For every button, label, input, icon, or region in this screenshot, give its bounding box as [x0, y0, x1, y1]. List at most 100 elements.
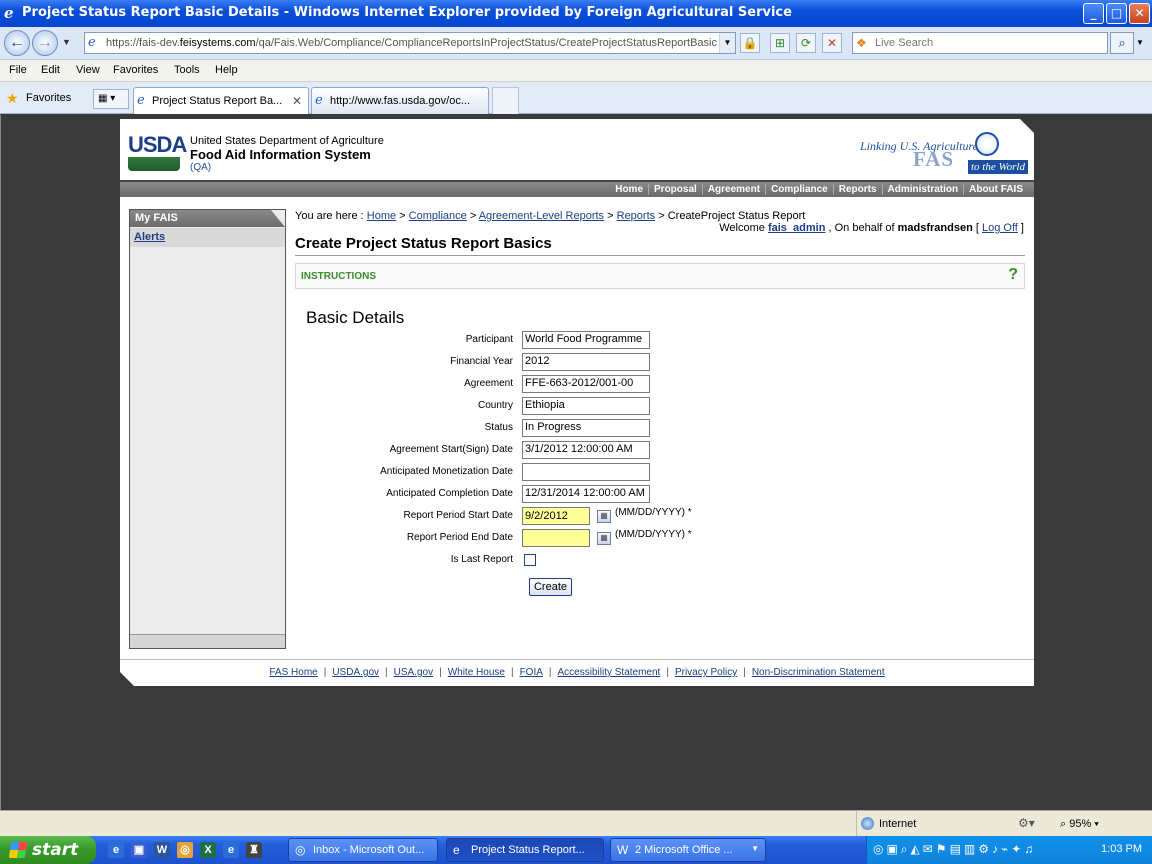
nav-compliance[interactable]: Compliance	[765, 184, 833, 195]
menu-help[interactable]: Help	[215, 64, 238, 76]
forward-button[interactable]: →	[32, 30, 58, 56]
report-start-input[interactable]	[522, 507, 590, 525]
menu-favorites[interactable]: Favorites	[113, 64, 158, 76]
date-format-hint: (MM/DD/YYYY) *	[615, 529, 692, 540]
quicklaunch-word-icon[interactable]: W	[154, 842, 170, 858]
zoom-level[interactable]: ⌕ 95% ▾	[1060, 818, 1099, 831]
tab-fas-usda[interactable]: e http://www.fas.usda.gov/oc...	[311, 87, 489, 114]
nav-proposal[interactable]: Proposal	[648, 184, 702, 195]
agreement-label: Agreement	[464, 378, 513, 389]
date-format-hint: (MM/DD/YYYY) *	[615, 507, 692, 518]
help-icon[interactable]: ?	[1008, 266, 1018, 284]
footer-white-house[interactable]: White House	[448, 667, 505, 678]
report-end-input[interactable]	[522, 529, 590, 547]
instructions-panel[interactable]: INSTRUCTIONS ?	[295, 263, 1025, 289]
menu-tools[interactable]: Tools	[174, 64, 200, 76]
quicklaunch-ie-icon[interactable]: e	[108, 842, 124, 858]
last-report-checkbox[interactable]	[524, 554, 536, 566]
quicklaunch-app-icon[interactable]: ♜	[246, 842, 262, 858]
security-zone[interactable]: Internet	[856, 811, 1016, 837]
window-title: Project Status Report Basic Details - Wi…	[22, 5, 792, 20]
task-outlook[interactable]: ◎ Inbox - Microsoft Out...	[288, 838, 438, 862]
status-bar: Internet ⚙▾ ⌕ 95% ▾	[0, 810, 1152, 837]
status-label: Status	[484, 422, 513, 433]
history-dropdown-icon[interactable]: ▼	[62, 37, 71, 47]
clock[interactable]: 1:03 PM	[1101, 843, 1142, 855]
close-tab-icon[interactable]: ✕	[292, 94, 302, 108]
protected-mode-icon[interactable]: ⚙▾	[1018, 816, 1035, 830]
instructions-label[interactable]: INSTRUCTIONS	[301, 271, 376, 282]
breadcrumb-home[interactable]: Home	[367, 210, 396, 222]
search-icon[interactable]: ⌕	[1110, 32, 1134, 54]
footer-accessibility[interactable]: Accessibility Statement	[558, 667, 661, 678]
footer-links: FAS Home | USDA.gov | USA.gov | White House | FO…	[269, 667, 885, 678]
nav-reports[interactable]: Reports	[832, 184, 882, 195]
back-button[interactable]: ←	[4, 30, 30, 56]
section-title: Basic Details	[306, 308, 405, 327]
breadcrumb-current: CreateProject Status Report	[667, 210, 806, 222]
agreement-start-label: Agreement Start(Sign) Date	[389, 444, 513, 455]
new-tab-button[interactable]	[492, 87, 519, 114]
environment-label: (QA)	[190, 162, 212, 173]
search-options-icon[interactable]: ▼	[1136, 38, 1144, 47]
compatibility-icon[interactable]: ⊞	[770, 33, 790, 53]
calendar-icon[interactable]: ▦	[597, 510, 611, 523]
address-dropdown-icon[interactable]: ▼	[719, 33, 735, 53]
country-field: Ethiopia	[522, 397, 650, 415]
quick-tabs-icon[interactable]: ▦ ▾	[93, 89, 129, 109]
behalf-user: madsfrandsen	[897, 222, 973, 234]
tray-icons[interactable]: ◎▣⌕◭✉⚑▤▥⚙♪⌁✦♫	[873, 842, 1036, 857]
menu-view[interactable]: View	[76, 64, 100, 76]
task-ie[interactable]: e Project Status Report...	[446, 838, 604, 862]
last-report-label: Is Last Report	[450, 554, 513, 565]
ie-page-icon: e	[137, 93, 145, 108]
search-input[interactable]	[875, 35, 1103, 51]
breadcrumb-compliance[interactable]: Compliance	[409, 210, 467, 222]
quicklaunch-excel-icon[interactable]: X	[200, 842, 216, 858]
task-office[interactable]: W 2 Microsoft Office ... ▼	[610, 838, 766, 862]
quicklaunch-outlook-icon[interactable]: ◎	[177, 842, 193, 858]
stop-icon[interactable]: ✕	[822, 33, 842, 53]
maximize-button[interactable]: □	[1106, 3, 1127, 24]
breadcrumb-agreement-reports[interactable]: Agreement-Level Reports	[479, 210, 604, 222]
footer-foia[interactable]: FOIA	[520, 667, 543, 678]
favorites-star-icon[interactable]: ★	[6, 90, 19, 107]
nav-home[interactable]: Home	[610, 184, 648, 195]
footer-usda[interactable]: USDA.gov	[332, 667, 379, 678]
footer-usa[interactable]: USA.gov	[394, 667, 433, 678]
quicklaunch-ie2-icon[interactable]: e	[223, 842, 239, 858]
logoff-link[interactable]: Log Off	[982, 222, 1018, 234]
favorites-button[interactable]: Favorites	[26, 92, 71, 104]
search-field[interactable]: ❖	[852, 32, 1108, 54]
address-field[interactable]: e https://fais-dev.feisystems.com/qa/Fai…	[84, 32, 736, 54]
menu-edit[interactable]: Edit	[41, 64, 60, 76]
nav-agreement[interactable]: Agreement	[701, 184, 766, 195]
fas-logo[interactable]: FAS	[913, 147, 954, 172]
start-button[interactable]: start	[0, 836, 96, 864]
footer-non-discrimination[interactable]: Non-Discrimination Statement	[752, 667, 885, 678]
globe-icon	[975, 132, 999, 156]
refresh-icon[interactable]: ⟳	[796, 33, 816, 53]
country-label: Country	[477, 400, 513, 411]
address-toolbar: ← → ▼ e https://fais-dev.feisystems.com/…	[0, 27, 1152, 60]
windows-flag-icon	[8, 842, 28, 858]
calendar-icon[interactable]: ▦	[597, 532, 611, 545]
footer-fas-home[interactable]: FAS Home	[269, 667, 317, 678]
nav-about[interactable]: About FAIS	[963, 184, 1028, 195]
create-button[interactable]: Create	[529, 578, 572, 596]
user-link[interactable]: fais_admin	[768, 222, 825, 234]
group-dropdown-icon[interactable]: ▼	[751, 844, 759, 853]
sidebar-item-alerts[interactable]: Alerts	[134, 231, 165, 243]
url-text[interactable]: https://fais-dev.feisystems.com/qa/Fais.…	[106, 37, 721, 49]
footer-privacy[interactable]: Privacy Policy	[675, 667, 737, 678]
tab-project-status[interactable]: e Project Status Report Ba... ✕	[133, 87, 309, 114]
nav-administration[interactable]: Administration	[881, 184, 964, 195]
usda-logo[interactable]: USDA	[128, 134, 187, 173]
minimize-button[interactable]: _	[1083, 3, 1104, 24]
lock-icon[interactable]: 🔒	[740, 33, 760, 53]
quicklaunch-desktop-icon[interactable]: ▣	[131, 842, 147, 858]
breadcrumb-reports[interactable]: Reports	[617, 210, 656, 222]
tab-bar: ★ Favorites ▦ ▾ e Project Status Report …	[0, 82, 1152, 114]
menu-file[interactable]: File	[9, 64, 27, 76]
close-button[interactable]: ✕	[1129, 3, 1150, 24]
